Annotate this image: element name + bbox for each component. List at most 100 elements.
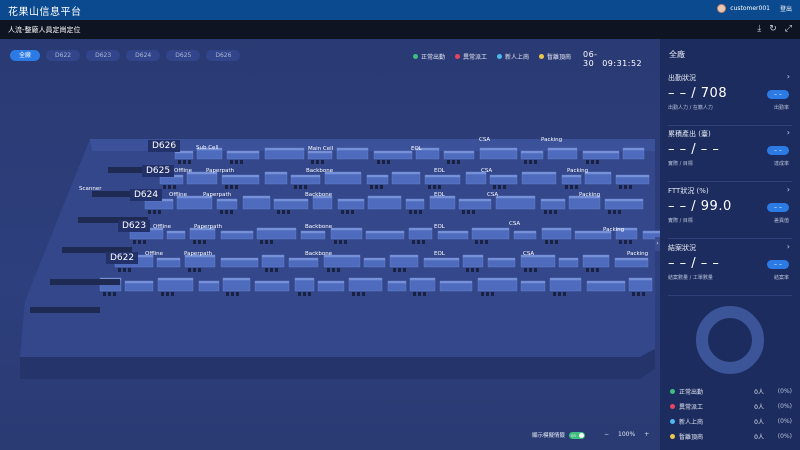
status-dot-icon bbox=[670, 434, 675, 439]
card-ftt[interactable]: FTT狀況 (%) › – – / 99.0 實際 / 目標 – – 差異值 bbox=[668, 185, 792, 239]
zone-label-backbone: Backbone bbox=[305, 192, 333, 198]
page-header: 人流-整廠人員定崗定位 ⤓ ↻ ⤢ bbox=[0, 20, 800, 39]
zoom-out-button[interactable]: − bbox=[604, 431, 609, 438]
card-value: – – / – – bbox=[668, 142, 720, 157]
card-rate-badge: – – bbox=[767, 146, 789, 155]
legend-abnormal: 異常派工 bbox=[455, 52, 487, 61]
floor-label-d622[interactable]: D622 bbox=[106, 252, 139, 264]
status-label: 新人上崗 bbox=[679, 419, 704, 426]
zone-label-csa: CSA bbox=[481, 168, 493, 174]
mock-toggle-switch[interactable]: on bbox=[569, 431, 586, 439]
card-rate-badge: – – bbox=[767, 260, 789, 269]
card-attendance[interactable]: 出勤狀況 › – – / 708 出勤人力 / 在籍人力 – – 出勤率 bbox=[668, 72, 792, 126]
zone-label-backbone: Backbone bbox=[306, 168, 334, 174]
zone-label-paperpath: Paperpath bbox=[203, 192, 232, 198]
status-percent: (0%) bbox=[777, 403, 792, 410]
floor-label-d626[interactable]: D626 bbox=[148, 140, 181, 152]
zone-label-sub-cell: Sub Cell bbox=[196, 145, 219, 151]
tab-d623[interactable]: D623 bbox=[86, 50, 121, 61]
zone-label-csa: CSA bbox=[523, 251, 535, 257]
chevron-right-icon[interactable]: › bbox=[787, 185, 790, 194]
list-item: 新人上崗 0人 (0%) bbox=[670, 414, 792, 429]
legend-away: 暫離頂崗 bbox=[539, 52, 571, 61]
chevron-right-icon[interactable]: › bbox=[787, 242, 790, 251]
zoom-level: 100% bbox=[618, 431, 636, 438]
tab-all[interactable]: 全廠 bbox=[10, 50, 41, 61]
panel-title: 全廠 bbox=[669, 50, 685, 59]
zone-label-csa: CSA bbox=[509, 221, 521, 227]
status-label: 異常派工 bbox=[679, 404, 704, 411]
logout-link[interactable]: 登出 bbox=[780, 4, 792, 13]
user-menu[interactable]: customer001 登出 bbox=[717, 4, 792, 13]
download-icon[interactable]: ⤓ bbox=[757, 24, 761, 34]
card-subtitle: 出勤人力 / 在籍人力 bbox=[668, 105, 713, 111]
summary-panel: › 全廠 出勤狀況 › – – / 708 出勤人力 / 在籍人力 – – 出勤… bbox=[655, 39, 800, 450]
card-value: – – / – – bbox=[668, 256, 720, 271]
status-percent: (0%) bbox=[777, 388, 792, 395]
card-rate-label: 達成率 bbox=[773, 161, 789, 167]
fullscreen-icon[interactable]: ⤢ bbox=[785, 24, 792, 34]
zone-label-paperpath: Paperpath bbox=[184, 251, 213, 257]
zone-label-packing: Packing bbox=[541, 137, 563, 143]
zoom-in-button[interactable]: + bbox=[644, 431, 649, 438]
avatar[interactable] bbox=[717, 4, 727, 13]
chevron-right-icon[interactable]: › bbox=[787, 128, 790, 137]
zone-label-packing: Packing bbox=[567, 168, 589, 174]
zoom-control: − 100% + bbox=[604, 431, 649, 438]
factory-map[interactable]: 全廠 D622 D623 D624 D625 D626 正常出勤 異常派工 新人… bbox=[0, 39, 660, 450]
time-text: 09:31:52 bbox=[602, 59, 643, 68]
card-rate-label: 結案率 bbox=[773, 275, 789, 281]
card-subtitle: 實際 / 目標 bbox=[668, 218, 693, 224]
factory-3d-map bbox=[20, 139, 660, 379]
status-count: 0人 bbox=[754, 434, 764, 441]
status-percent: (0%) bbox=[777, 418, 792, 425]
tab-d626[interactable]: D626 bbox=[206, 50, 241, 61]
card-output[interactable]: 累積產出 (臺) › – – / – – 實際 / 目標 – – 達成率 bbox=[668, 128, 792, 182]
status-donut-chart bbox=[696, 306, 764, 374]
tab-d625[interactable]: D625 bbox=[166, 50, 201, 61]
floor-label-d625[interactable]: D625 bbox=[142, 165, 175, 177]
mock-label-toggle[interactable]: 顯示模擬情籤 on bbox=[532, 431, 586, 439]
zone-label-csa: CSA bbox=[487, 192, 499, 198]
card-subtitle: 結案數量 / 工單數量 bbox=[668, 275, 713, 281]
status-label: 正常出勤 bbox=[679, 389, 704, 396]
card-value: – – / 99.0 bbox=[668, 199, 732, 214]
zone-label-eol: EOL bbox=[434, 224, 445, 230]
panel-collapse-button[interactable]: › bbox=[655, 237, 660, 251]
card-value: – – / 708 bbox=[668, 86, 728, 101]
list-item: 異常派工 0人 (0%) bbox=[670, 399, 792, 414]
refresh-icon[interactable]: ↻ bbox=[769, 24, 777, 34]
tab-d624[interactable]: D624 bbox=[126, 50, 161, 61]
status-legend: 正常出勤 異常派工 新人上崗 暫離頂崗 bbox=[413, 52, 571, 61]
legend-normal: 正常出勤 bbox=[413, 52, 445, 61]
zone-label-offline: Offline bbox=[153, 224, 172, 230]
app-header: 花果山信息平台 customer001 登出 bbox=[0, 0, 800, 20]
zone-label-offline: Offline bbox=[145, 251, 164, 257]
zone-label-csa: CSA bbox=[479, 137, 491, 143]
zone-label-paperpath: Paperpath bbox=[206, 168, 235, 174]
card-title: 出勤狀況 bbox=[668, 74, 696, 82]
zone-label-backbone: Backbone bbox=[305, 251, 333, 257]
username: customer001 bbox=[730, 5, 770, 12]
zone-label-offline: Offline bbox=[169, 192, 188, 198]
status-percent: (0%) bbox=[777, 433, 792, 440]
status-dot-icon bbox=[670, 404, 675, 409]
zone-label-packing: Packing bbox=[627, 251, 649, 257]
chevron-right-icon[interactable]: › bbox=[787, 72, 790, 81]
status-count: 0人 bbox=[754, 419, 764, 426]
card-title: FTT狀況 (%) bbox=[668, 187, 709, 195]
card-closure[interactable]: 結案狀況 › – – / – – 結案數量 / 工單數量 – – 結案率 bbox=[668, 242, 792, 296]
floor-label-d624[interactable]: D624 bbox=[130, 189, 163, 201]
card-rate-label: 差異值 bbox=[773, 218, 789, 224]
floor-label-d623[interactable]: D623 bbox=[118, 220, 151, 232]
card-rate-label: 出勤率 bbox=[773, 105, 789, 111]
date-text: 06-30 bbox=[583, 50, 598, 68]
tab-d622[interactable]: D622 bbox=[46, 50, 81, 61]
zone-label-main-cell: Main Cell bbox=[308, 146, 334, 152]
list-item: 正常出勤 0人 (0%) bbox=[670, 384, 792, 399]
legend-new: 新人上崗 bbox=[497, 52, 529, 61]
zone-label-eol: EOL bbox=[434, 192, 445, 198]
card-rate-badge: – – bbox=[767, 90, 789, 99]
mock-toggle-label: 顯示模擬情籤 bbox=[532, 433, 566, 439]
zone-label-packing: Packing bbox=[603, 227, 625, 233]
